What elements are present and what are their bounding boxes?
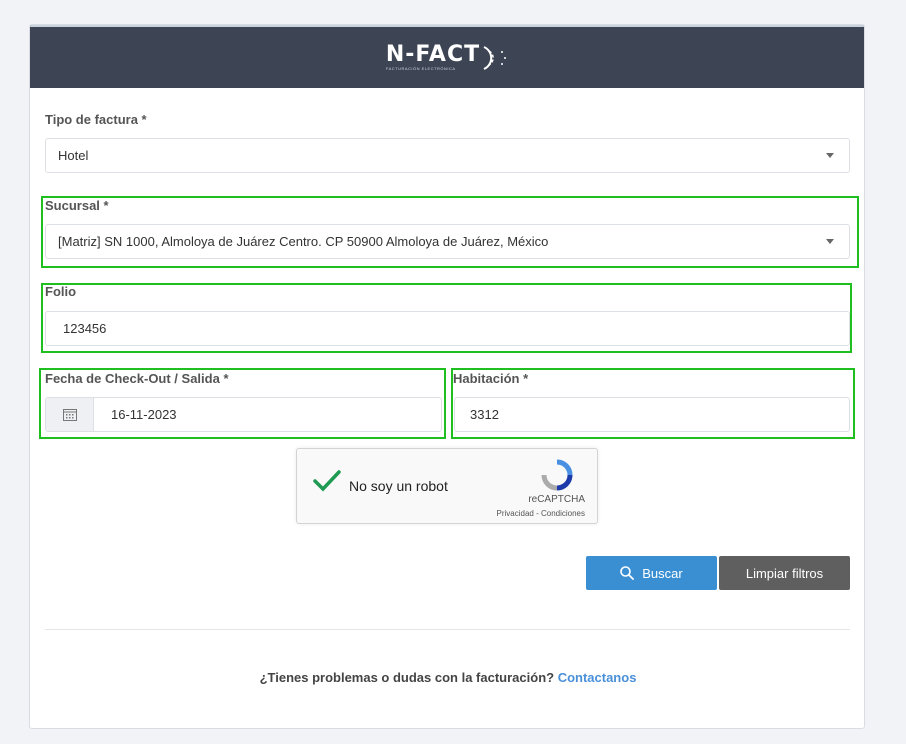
links-separator: - <box>533 509 541 518</box>
folio-value: 123456 <box>63 321 107 336</box>
tipo-factura-label: Tipo de factura * <box>45 112 147 127</box>
invoice-form-card: N-FACT FACTURACIÓN ELECTRÓNICA Tipo de f… <box>29 24 865 729</box>
checkmark-icon[interactable] <box>312 468 342 494</box>
clear-filters-label: Limpiar filtros <box>745 565 824 581</box>
recaptcha-brand: reCAPTCHA <box>528 494 585 505</box>
habitacion-value: 3312 <box>470 407 499 422</box>
fecha-value: 16-11-2023 <box>111 407 177 422</box>
chevron-down-icon <box>826 239 834 244</box>
divider <box>45 629 850 630</box>
help-footer: ¿Tienes problemas o dudas con la factura… <box>30 670 864 685</box>
recaptcha-widget[interactable]: No soy un robot reCAPTCHA Privacidad - C… <box>296 448 598 524</box>
tipo-factura-value: Hotel <box>58 148 89 163</box>
clear-filters-button[interactable]: Limpiar filtros <box>719 556 850 590</box>
recaptcha-links: Privacidad - Condiciones <box>497 509 586 518</box>
recaptcha-label: No soy un robot <box>349 478 448 494</box>
contact-link[interactable]: Contactanos <box>558 670 637 685</box>
logo-rings-icon <box>483 45 507 70</box>
folio-input[interactable]: 123456 <box>45 311 850 346</box>
privacy-link[interactable]: Privacidad <box>497 509 534 518</box>
terms-link[interactable]: Condiciones <box>541 509 585 518</box>
logo-text: N-FACT <box>385 42 481 67</box>
sucursal-value: [Matriz] SN 1000, Almoloya de Juárez Cen… <box>58 234 549 249</box>
tipo-factura-select[interactable]: Hotel <box>45 138 850 173</box>
folio-label: Folio <box>45 284 77 299</box>
calendar-icon[interactable] <box>46 398 94 431</box>
help-question: ¿Tienes problemas o dudas con la factura… <box>259 670 558 685</box>
search-button[interactable]: Buscar <box>586 556 717 590</box>
sucursal-label: Sucursal * <box>45 198 109 213</box>
recaptcha-logo-icon <box>541 459 573 491</box>
nfact-logo: N-FACT FACTURACIÓN ELECTRÓNICA <box>386 43 508 73</box>
header-bar: N-FACT FACTURACIÓN ELECTRÓNICA <box>30 25 864 88</box>
chevron-down-icon <box>826 153 834 158</box>
fecha-input[interactable]: 16-11-2023 <box>45 397 442 432</box>
fecha-label: Fecha de Check-Out / Salida * <box>45 371 229 386</box>
habitacion-input[interactable]: 3312 <box>454 397 850 432</box>
sucursal-select[interactable]: [Matriz] SN 1000, Almoloya de Juárez Cen… <box>45 224 850 259</box>
logo-subtext: FACTURACIÓN ELECTRÓNICA <box>385 66 456 71</box>
search-icon <box>620 566 635 580</box>
habitacion-label: Habitación * <box>453 371 529 386</box>
search-button-label: Buscar <box>642 565 683 581</box>
